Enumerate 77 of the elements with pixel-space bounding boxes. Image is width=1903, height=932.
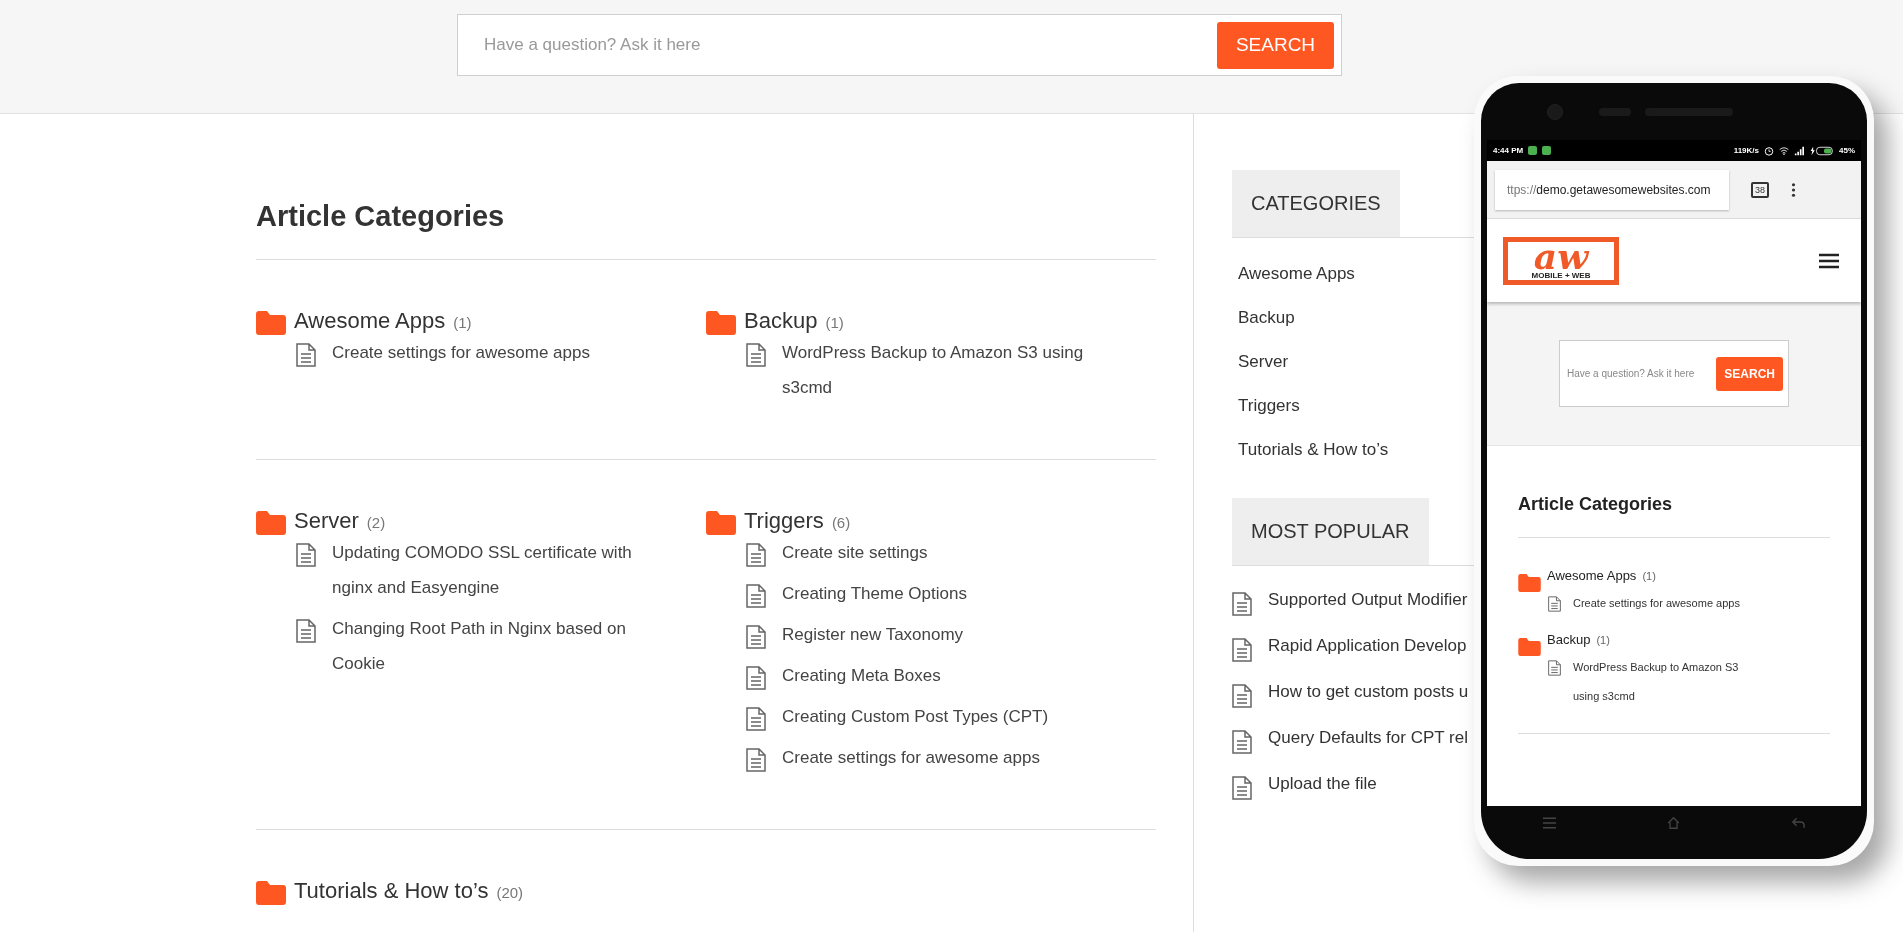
folder-icon xyxy=(256,881,286,905)
document-icon xyxy=(1232,730,1252,754)
category-count: (1) xyxy=(453,314,472,331)
category-count: (2) xyxy=(366,514,386,531)
article-link[interactable]: Creating Meta Boxes xyxy=(782,658,1102,693)
document-icon xyxy=(746,625,766,649)
article-link[interactable]: Create settings for awesome apps xyxy=(332,335,652,370)
document-icon xyxy=(1232,776,1252,800)
folder-icon xyxy=(706,511,736,535)
document-icon xyxy=(296,543,316,567)
category-link[interactable]: Server xyxy=(1232,340,1295,384)
category-count: (6) xyxy=(831,514,851,531)
category-link[interactable]: Awesome Apps xyxy=(1232,252,1361,296)
folder-icon xyxy=(1518,638,1541,656)
document-icon xyxy=(1232,684,1252,708)
folder-icon xyxy=(256,311,286,335)
category-link[interactable]: Tutorials & How to’s xyxy=(294,877,489,904)
article-link[interactable]: Upload the file xyxy=(1268,774,1377,794)
article-link[interactable]: How to get custom posts u xyxy=(1268,682,1469,702)
document-icon xyxy=(746,707,766,731)
status-time: 4:44 PM xyxy=(1493,146,1524,155)
page-title: Article Categories xyxy=(256,200,1156,260)
battery-icon xyxy=(1809,145,1834,156)
article-link[interactable]: WordPress Backup to Amazon S3 using s3cmd xyxy=(1573,653,1758,711)
document-icon xyxy=(746,666,766,690)
document-icon xyxy=(1232,592,1252,616)
widget-title: CATEGORIES xyxy=(1232,170,1400,237)
folder-icon xyxy=(256,511,286,535)
document-icon xyxy=(746,584,766,608)
page-title: Article Categories xyxy=(1518,494,1830,538)
document-icon xyxy=(296,343,316,367)
article-link[interactable]: Creating Theme Options xyxy=(782,576,1102,611)
article-link[interactable]: Register new Taxonomy xyxy=(782,617,1102,652)
document-icon xyxy=(746,748,766,772)
menu-icon[interactable] xyxy=(1819,252,1839,269)
document-icon xyxy=(746,343,766,367)
document-icon xyxy=(746,543,766,567)
article-link[interactable]: Rapid Application Develop xyxy=(1268,636,1467,656)
category-link[interactable]: Backup xyxy=(1232,296,1301,340)
more-menu-icon[interactable] xyxy=(1791,182,1796,197)
network-speed: 119K/s xyxy=(1733,146,1759,155)
category-link[interactable]: Triggers xyxy=(744,507,824,534)
category-count: (1) xyxy=(1596,634,1610,646)
article-link[interactable]: Create settings for awesome apps xyxy=(782,740,1102,775)
home-icon[interactable] xyxy=(1666,815,1682,830)
category-link[interactable]: Awesome Apps xyxy=(294,307,446,334)
category-link[interactable]: Backup xyxy=(744,307,818,334)
category-link[interactable]: Backup xyxy=(1547,632,1591,647)
article-link[interactable]: WordPress Backup to Amazon S3 using s3cmd xyxy=(782,335,1102,405)
folder-icon xyxy=(706,311,736,335)
category-count: (20) xyxy=(496,884,524,901)
tab-count-button[interactable]: 38 xyxy=(1751,181,1769,198)
url-field[interactable]: ttps://demo.getawesomewebsites.com xyxy=(1495,169,1729,210)
article-link[interactable]: Changing Root Path in Nginx based on Cookie xyxy=(332,611,652,681)
document-icon xyxy=(1548,660,1561,676)
signal-icon xyxy=(1794,145,1804,156)
alarm-icon xyxy=(1764,145,1774,156)
battery-percent: 45% xyxy=(1839,146,1855,155)
article-link[interactable]: Create settings for awesome apps xyxy=(1573,589,1758,618)
article-link[interactable]: Query Defaults for CPT rel xyxy=(1268,728,1468,748)
category-link[interactable]: Awesome Apps xyxy=(1547,568,1637,583)
category-link[interactable]: Triggers xyxy=(1232,384,1306,428)
document-icon xyxy=(1548,596,1561,612)
article-link[interactable]: Supported Output Modifier xyxy=(1268,590,1468,610)
folder-icon xyxy=(1518,574,1541,592)
category-count: (1) xyxy=(825,314,844,331)
document-icon xyxy=(1232,638,1252,662)
category-link[interactable]: Tutorials & How to’s xyxy=(1232,428,1395,472)
article-link[interactable]: Creating Custom Post Types (CPT) xyxy=(782,699,1102,734)
document-icon xyxy=(296,619,316,643)
category-count: (1) xyxy=(1642,570,1656,582)
article-link[interactable]: Updating COMODO SSL certificate with nginx and Easyengine xyxy=(332,535,652,605)
article-link[interactable]: Create site settings xyxy=(782,535,1102,570)
widget-title: MOST POPULAR xyxy=(1232,498,1429,565)
category-link[interactable]: Server xyxy=(294,507,359,534)
wifi-icon xyxy=(1779,145,1789,156)
back-icon[interactable] xyxy=(1791,815,1807,830)
